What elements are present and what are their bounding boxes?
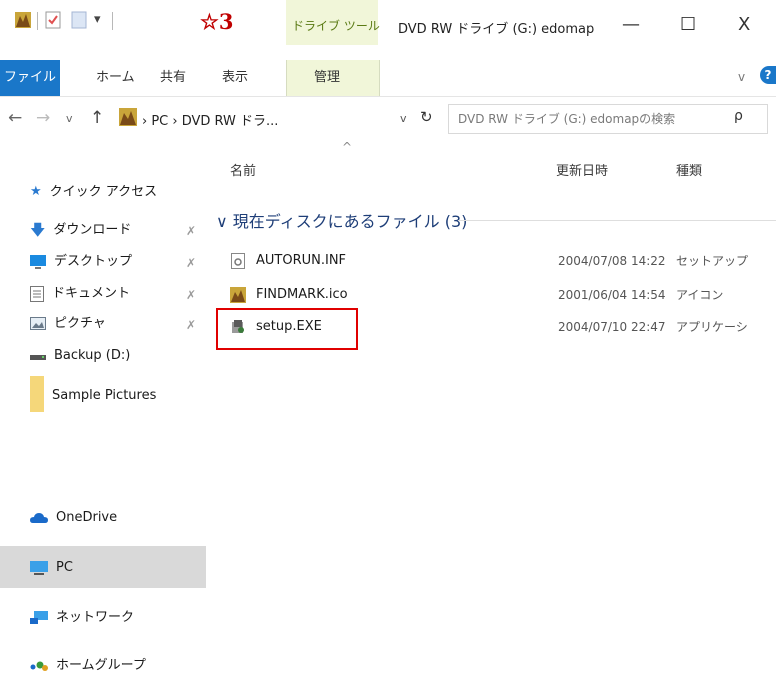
sidebar-item-label: OneDrive: [56, 510, 118, 525]
sidebar-item-backup-drive[interactable]: Backup (D:): [30, 344, 130, 368]
sidebar-item-label: クイック アクセス: [49, 184, 158, 200]
file-name: AUTORUN.INF: [256, 253, 347, 268]
file-type: セットアップ: [676, 254, 749, 268]
settings-file-icon: [231, 253, 245, 269]
sidebar-item-desktop[interactable]: デスクトップ: [30, 250, 132, 274]
title-bar: ▾ ☆3 ドライブ ツール DVD RW ドライブ (G:) edomap — …: [0, 0, 776, 60]
download-icon: 🡇: [30, 221, 46, 239]
file-name: FINDMARK.ico: [256, 287, 348, 302]
breadcrumb[interactable]: › PC › DVD RW ドラ...: [142, 110, 278, 129]
sort-ascending-icon: ^: [342, 140, 353, 154]
column-header-name[interactable]: 名前: [230, 160, 256, 179]
file-date: 2004/07/08 14:22: [558, 254, 666, 268]
tab-file[interactable]: ファイル: [0, 60, 60, 96]
sidebar-item-documents[interactable]: ドキュメント: [30, 282, 130, 306]
sidebar-item-label: デスクトップ: [54, 254, 133, 269]
separator: [37, 12, 38, 30]
help-icon[interactable]: ?: [760, 66, 776, 84]
homegroup-icon: [30, 661, 48, 671]
up-button[interactable]: ↑: [90, 108, 104, 128]
documents-icon: [30, 285, 44, 302]
minimize-button[interactable]: —: [622, 14, 640, 35]
folder-icon: [30, 376, 44, 412]
recent-locations-button[interactable]: v: [66, 112, 73, 125]
window-title: DVD RW ドライブ (G:) edomap: [398, 22, 595, 37]
drive-tools-label: ドライブ ツール: [292, 19, 380, 33]
highlight-annotation: [216, 308, 358, 350]
new-folder-icon[interactable]: [70, 10, 88, 30]
cloud-icon: [30, 512, 48, 523]
sidebar-item-label: ピクチャ: [54, 316, 106, 331]
sidebar-item-label: ネットワーク: [56, 610, 135, 625]
sidebar-item-label: PC: [56, 560, 73, 575]
app-icon: [15, 12, 31, 28]
sidebar-item-label: ホームグループ: [56, 658, 146, 673]
separator: [112, 12, 113, 30]
sidebar-item-downloads[interactable]: 🡇 ダウンロード: [30, 218, 131, 242]
sidebar-item-pc[interactable]: PC: [30, 556, 73, 580]
sidebar-item-quick-access[interactable]: ★ クイック アクセス: [30, 180, 157, 204]
tab-share[interactable]: 共有: [160, 64, 186, 92]
tab-view[interactable]: 表示: [222, 64, 248, 92]
sidebar-item-homegroup[interactable]: ホームグループ: [30, 654, 146, 678]
sidebar-item-label: Backup (D:): [54, 348, 131, 363]
pin-icon[interactable]: ✗: [186, 318, 196, 332]
maximize-button[interactable]: ☐: [680, 14, 696, 35]
file-date: 2001/06/04 14:54: [558, 288, 666, 302]
column-header-type[interactable]: 種類: [676, 160, 702, 179]
address-dropdown-icon[interactable]: v: [400, 112, 407, 125]
sidebar-item-onedrive[interactable]: OneDrive: [30, 506, 117, 530]
group-divider: [458, 220, 776, 221]
group-header[interactable]: ∨ 現在ディスクにあるファイル (3): [216, 208, 467, 232]
sidebar-item-network[interactable]: ネットワーク: [30, 606, 134, 630]
file-row[interactable]: AUTORUN.INF 2004/07/08 14:22 セットアップ: [228, 250, 776, 272]
tab-manage[interactable]: 管理: [314, 64, 340, 92]
drive-icon: [30, 354, 46, 360]
back-button[interactable]: ←: [8, 108, 22, 128]
icon-file-icon: [230, 287, 246, 303]
properties-icon[interactable]: [44, 10, 62, 30]
pin-icon[interactable]: ✗: [186, 224, 196, 238]
desktop-icon: [30, 254, 46, 269]
search-icon[interactable]: ρ: [734, 108, 743, 124]
file-type: アプリケーシ: [676, 320, 748, 334]
refresh-icon[interactable]: ↻: [420, 108, 433, 126]
pictures-icon: [30, 317, 46, 330]
file-date: 2004/07/10 22:47: [558, 320, 666, 334]
search-input[interactable]: DVD RW ドライブ (G:) edomapの検索: [458, 110, 675, 127]
tab-home[interactable]: ホーム: [96, 64, 135, 92]
star-icon: ★: [30, 184, 42, 199]
expand-ribbon-icon[interactable]: v: [738, 70, 745, 84]
file-row[interactable]: FINDMARK.ico 2001/06/04 14:54 アイコン: [228, 284, 776, 306]
sidebar-item-label: ドキュメント: [52, 286, 131, 301]
pc-icon: [30, 560, 48, 575]
network-icon: [30, 610, 48, 624]
forward-button[interactable]: →: [36, 108, 50, 128]
drive-icon: [119, 108, 137, 126]
file-type: アイコン: [676, 288, 724, 302]
sidebar-item-label: Sample Pictures: [52, 388, 157, 403]
sidebar-item-sample-pictures[interactable]: Sample Pictures: [30, 374, 156, 454]
step-annotation: ☆3: [200, 9, 234, 34]
column-header-date[interactable]: 更新日時: [556, 160, 608, 179]
pin-icon[interactable]: ✗: [186, 256, 196, 270]
sidebar-item-label: ダウンロード: [53, 222, 132, 238]
pin-icon[interactable]: ✗: [186, 288, 196, 302]
close-button[interactable]: X: [738, 14, 750, 35]
sidebar-item-pictures[interactable]: ピクチャ: [30, 312, 106, 336]
customize-qa-icon[interactable]: ▾: [94, 12, 101, 27]
